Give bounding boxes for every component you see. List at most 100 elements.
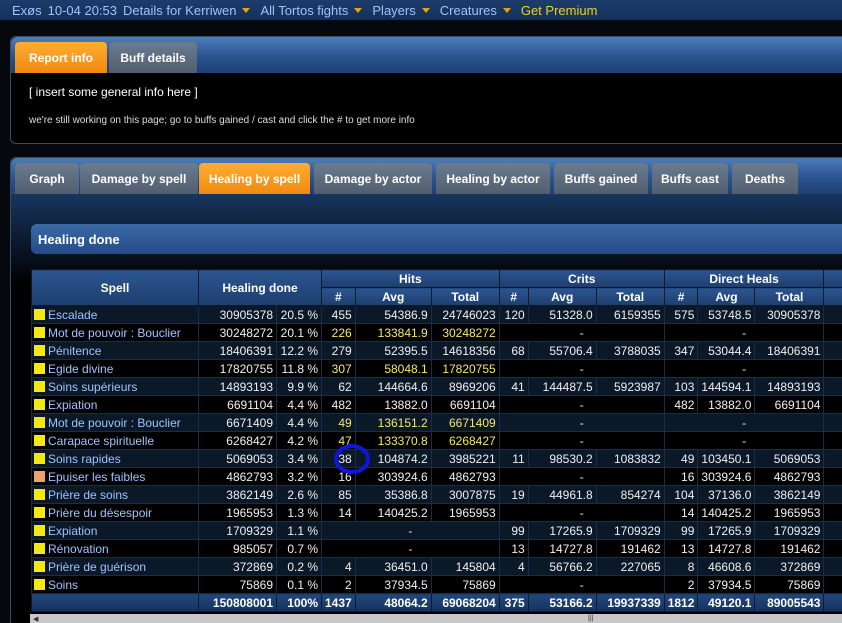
spell-link[interactable]: Carapace spirituelle [48,434,154,448]
direct-empty: - [663,413,825,432]
spell-link[interactable]: Escalade [48,308,97,322]
tab-damage-by-actor[interactable]: Damage by actor [314,163,432,194]
tab-healing-by-actor[interactable]: Healing by actor [436,163,550,194]
healing-amount: 1709329 [198,521,277,540]
chevron-down-icon[interactable] [421,7,430,13]
get-premium-link[interactable]: Get Premium [521,3,598,18]
scroll-left-icon[interactable]: ◀ [33,615,38,623]
spell-link[interactable]: Prière de guérison [48,560,146,574]
healing-percent: 1.1 % [276,521,322,540]
spell-link[interactable]: Expiation [48,524,97,538]
tab-damage-by-spell[interactable]: Damage by spell [80,163,198,194]
header-hits-count[interactable]: # [321,287,356,306]
header-direct-heals: Direct Heals [663,269,825,288]
healing-percent: 0.7 % [276,539,322,558]
direct-count: 103 [663,377,699,396]
healing-percent: 3.2 % [276,467,322,486]
tab-buffs-gained[interactable]: Buffs gained [554,163,648,194]
overflow-cell [823,431,842,450]
spell-link[interactable]: Mot de pouvoir : Bouclier [48,326,181,340]
overflow-cell [823,539,842,558]
tab-healing-by-spell[interactable]: Healing by spell [199,163,310,194]
direct-total: 75869 [754,575,825,594]
header-crits-total[interactable]: Total [595,287,665,306]
overflow-cell [823,575,842,594]
direct-empty: - [663,323,825,342]
overflow-cell [823,305,842,324]
nav-details[interactable]: Details for Kerriwen [123,3,236,18]
header-hits-avg[interactable]: Avg [354,287,432,306]
spell-link[interactable]: Prière du désespoir [48,506,152,520]
header-crits-count[interactable]: # [498,287,529,306]
top-navigation: Exøs 10-04 20:53 Details for Kerriwen Al… [0,0,842,20]
header-direct-total[interactable]: Total [754,287,825,306]
direct-avg: 144594.1 [697,377,756,396]
healing-amount: 30248272 [198,323,277,342]
table-row: Soins 75869 0.1 % 2 37934.5 75869-2 37934.5 758… [31,575,842,594]
healing-percent: 9.9 % [276,377,322,396]
spell-cell: Carapace spirituelle [31,431,199,450]
direct-count: 8 [663,557,699,576]
spell-link[interactable]: Rénovation [48,542,109,556]
hits-count: 85 [321,485,356,504]
tab-buffs-cast[interactable]: Buffs cast [652,163,728,194]
header-spell[interactable]: Spell [31,269,199,306]
chevron-down-icon[interactable] [242,7,251,13]
nav-creatures[interactable]: Creatures [440,3,497,18]
spell-link[interactable]: Soins rapides [48,452,121,466]
crits-total: 6159355 [595,305,665,324]
hits-count: 62 [321,377,356,396]
direct-total: 5069053 [754,449,825,468]
color-swatch-icon [34,344,45,356]
crits-avg: 56766.2 [527,557,597,576]
scroll-thumb[interactable]: ||| [588,615,593,622]
spell-link[interactable]: Pénitence [48,344,101,358]
header-direct-avg[interactable]: Avg [697,287,756,306]
report-tabbar: Report info Buff details [11,37,842,73]
color-swatch-icon [34,308,45,320]
direct-total: 1965953 [754,503,825,522]
nav-players[interactable]: Players [372,3,415,18]
horizontal-scrollbar[interactable]: ◀ ||| [30,614,842,623]
nav-date[interactable]: 10-04 20:53 [48,3,117,18]
tab-buff-details[interactable]: Buff details [109,42,197,73]
spell-link[interactable]: Prière de soins [48,488,128,502]
chevron-down-icon[interactable] [354,7,363,13]
healing-amount: 14893193 [198,377,277,396]
hits-avg: 52395.5 [354,341,432,360]
header-healing-done[interactable]: Healing done [198,269,322,306]
hits-avg: 133841.9 [354,323,432,342]
spell-link[interactable]: Epuiser les faibles [48,470,145,484]
healing-amount: 30905378 [198,305,277,324]
table-row: Rénovation 985057 0.7 % -13 14727.8 191462 13 1… [31,539,842,558]
healing-amount: 6671409 [198,413,277,432]
header-direct-count[interactable]: # [663,287,699,306]
hits-avg: 35386.8 [354,485,432,504]
spell-link[interactable]: Mot de pouvoir : Bouclier [48,416,181,430]
nav-server[interactable]: Exøs [12,3,42,18]
spell-cell: Pénitence [31,341,199,360]
healing-percent: 11.8 % [276,359,322,378]
spell-cell: Soins supérieurs [31,377,199,396]
healing-table: Spell Healing done Hits Crits Direct Hea… [31,269,842,612]
header-hits-total[interactable]: Total [430,287,500,306]
color-swatch-icon [34,560,45,572]
overflow-cell [823,557,842,576]
crits-total: 191462 [595,539,665,558]
header-crits-avg[interactable]: Avg [527,287,597,306]
tab-deaths[interactable]: Deaths [732,163,798,194]
chevron-down-icon[interactable] [502,7,511,13]
spell-link[interactable]: Egide divine [48,362,113,376]
spell-link[interactable]: Soins [48,578,78,592]
spell-link[interactable]: Soins supérieurs [48,380,137,394]
total-d-tot: 89005543 [754,593,825,612]
tab-report-info[interactable]: Report info [15,42,107,73]
nav-fights[interactable]: All Tortos fights [260,3,348,18]
healing-percent: 0.1 % [276,575,322,594]
tab-graph[interactable]: Graph [15,163,79,194]
spell-cell: Rénovation [31,539,199,558]
direct-count: 482 [663,395,699,414]
spell-link[interactable]: Expiation [48,398,97,412]
spell-cell: Prière de soins [31,485,199,504]
table-row: Carapace spirituelle 6268427 4.2 % 47 133370… [31,431,842,450]
